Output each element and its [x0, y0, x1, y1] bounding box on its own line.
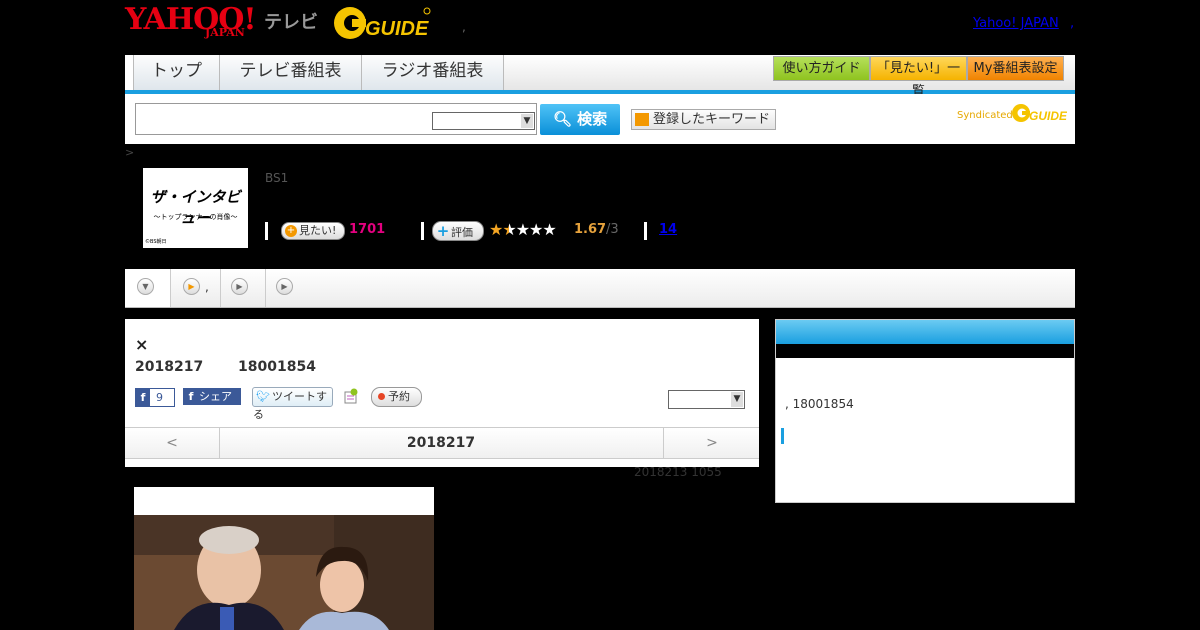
twitter-bird-icon: 🐦︎: [256, 390, 270, 403]
star-half-icon: ★: [502, 220, 516, 239]
chevron-down-icon: ▼: [731, 392, 743, 407]
close-icon[interactable]: ×: [135, 335, 148, 354]
tab-tv-schedule[interactable]: テレビ番組表: [220, 55, 362, 90]
divider: [421, 222, 424, 240]
record-dot-icon: [378, 393, 385, 400]
rate-button-label: 評価: [451, 226, 473, 239]
subtab-1-label: ,: [205, 280, 209, 294]
next-day-button[interactable]: >: [663, 428, 760, 458]
dropdown-arrow-icon: [635, 113, 649, 126]
star-empty-icon: ★: [529, 220, 543, 239]
photo-caption-area: [134, 487, 434, 515]
my-schedule-settings-button[interactable]: My番組表設定: [967, 56, 1064, 81]
program-subtabs: ▼ ▶ , ▶ ▶: [125, 269, 1075, 308]
main-navigation: トップ テレビ番組表 ラジオ番組表 使い方ガイド 「見たい!」一覧 My番組表設…: [125, 55, 1075, 99]
header-link-separator: ,: [1070, 16, 1075, 31]
review-count-link[interactable]: 14: [659, 222, 677, 237]
facebook-count-value: 9: [156, 391, 163, 404]
star-empty-icon: ★: [542, 220, 556, 239]
syndicated-gguide-logo: GUIDE: [1012, 104, 1067, 123]
side-air-time: , 18001854: [785, 397, 854, 411]
share-label: シェア: [199, 390, 232, 403]
want-button-label: 見たい!: [299, 224, 337, 237]
side-panel-header: [776, 320, 1074, 344]
detail-select[interactable]: ▼: [668, 390, 745, 409]
facebook-icon: f: [188, 390, 194, 403]
air-date: 2018217: [135, 359, 204, 375]
svg-text:GUIDE: GUIDE: [365, 18, 429, 40]
want-list-button[interactable]: 「見たい!」一覧: [870, 56, 967, 99]
current-day: 2018217: [406, 435, 476, 451]
rate-button[interactable]: + 評価: [432, 221, 484, 241]
star-full-icon: ★: [489, 220, 503, 239]
subtab-1[interactable]: ▶ ,: [170, 269, 221, 307]
tab-top[interactable]: トップ: [134, 55, 220, 90]
program-thumbnail: ザ・インタビュー 〜トップランナーの肖像〜 ©BS朝日: [143, 168, 248, 248]
side-section-marker: [781, 428, 784, 444]
rating-stars: ★★★★★: [489, 220, 557, 239]
want-button[interactable]: + 見たい!: [281, 222, 345, 240]
updated-timestamp: 2018213 1055: [634, 465, 722, 479]
want-count: 1701: [349, 222, 386, 237]
prev-day-button[interactable]: <: [125, 428, 220, 458]
search-category-select[interactable]: ▼: [432, 112, 535, 130]
thumbnail-credit: ©BS朝日: [145, 239, 167, 245]
tweet-button[interactable]: 🐦︎ ツイートする: [252, 387, 333, 421]
header-separator: ,: [462, 20, 466, 34]
svg-text:GUIDE: GUIDE: [1029, 109, 1067, 123]
side-panel-banner: [776, 344, 1074, 358]
chevron-down-icon: ▼: [137, 278, 154, 295]
star-empty-icon: ★: [515, 220, 530, 239]
yahoo-japan-logo-text: JAPAN: [205, 26, 245, 39]
subtab-3[interactable]: ▶: [265, 269, 300, 307]
registered-keywords-button[interactable]: 登録したキーワード: [631, 109, 776, 130]
facebook-like-count[interactable]: f9: [135, 388, 175, 407]
program-detail-panel: × 2018217 18001854 f9 f シェア 🐦︎ ツイートする 予約 ▼…: [125, 319, 759, 467]
air-time: 18001854: [238, 359, 316, 375]
play-icon: ▶: [276, 278, 293, 295]
rating-max: /3: [606, 222, 619, 237]
program-photo: [134, 515, 434, 630]
thumbnail-subtitle: 〜トップランナーの肖像〜: [153, 213, 238, 221]
channel-name: BS1: [265, 171, 289, 185]
add-to-list-icon[interactable]: [343, 388, 359, 404]
breadcrumb[interactable]: >: [125, 146, 134, 159]
search-icon: 🔍︎: [552, 110, 572, 128]
yahoo-japan-link[interactable]: Yahoo! JAPAN: [973, 16, 1059, 31]
reserve-button[interactable]: 予約: [371, 387, 422, 407]
plus-icon: +: [285, 225, 297, 237]
syndicated-label: Syndicated: [957, 110, 1013, 121]
search-bar: ▼ 🔍︎ 検索 登録したキーワード Syndicated GUIDE: [125, 94, 1075, 144]
reserve-label: 予約: [388, 390, 410, 403]
tv-logo-text[interactable]: テレビ: [264, 8, 318, 34]
day-navigation: < 2018217 >: [125, 427, 759, 459]
subtab-2[interactable]: ▶: [220, 269, 266, 307]
usage-guide-button[interactable]: 使い方ガイド: [773, 56, 870, 81]
facebook-share-button[interactable]: f シェア: [183, 388, 241, 405]
subtab-0[interactable]: ▼: [125, 269, 171, 307]
chevron-down-icon: ▼: [521, 114, 533, 128]
play-icon: ▶: [183, 278, 200, 295]
divider: [265, 222, 268, 240]
registered-keywords-label: 登録したキーワード: [653, 112, 771, 127]
play-icon: ▶: [231, 278, 248, 295]
search-button[interactable]: 🔍︎ 検索: [540, 104, 620, 135]
facebook-icon: f: [136, 389, 150, 406]
search-button-label: 検索: [577, 110, 608, 128]
rating-value: 1.67: [574, 222, 607, 237]
tab-radio-schedule[interactable]: ラジオ番組表: [362, 55, 504, 90]
side-panel: , 18001854: [775, 319, 1075, 503]
plus-icon: +: [436, 222, 450, 240]
divider: [644, 222, 647, 240]
nav-left-edge: [125, 55, 134, 90]
gguide-logo[interactable]: GUIDE: [333, 5, 431, 41]
